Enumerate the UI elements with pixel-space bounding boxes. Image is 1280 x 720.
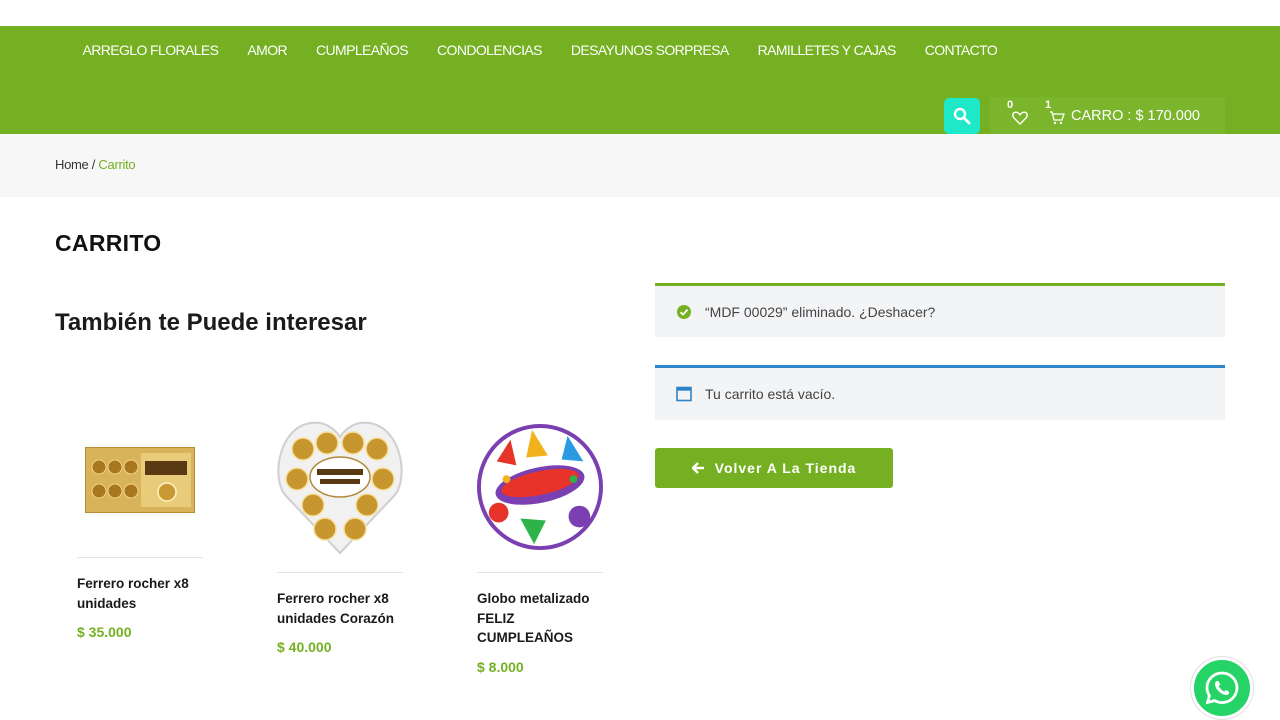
nav-item-contacto[interactable]: CONTACTO: [910, 40, 1011, 60]
shopping-cart-icon: [1050, 110, 1065, 124]
product-name[interactable]: Globo metalizado FELIZ CUMPLEAÑOS: [477, 589, 603, 648]
product-image[interactable]: [277, 412, 403, 562]
header-cart-bar: 0 1 CARRO : $ 170.000: [990, 97, 1225, 134]
product-divider: [277, 572, 403, 573]
product-price: $ 8.000: [477, 658, 524, 675]
product-card[interactable]: Globo metalizado FELIZ CUMPLEAÑOS $ 8.00…: [477, 412, 603, 675]
breadcrumb-current: Carrito: [98, 157, 136, 172]
product-name[interactable]: Ferrero rocher x8 unidades Corazón: [277, 589, 403, 628]
empty-cart-text: Tu carrito está vacío.: [705, 386, 836, 402]
site-header: ARREGLO FLORALES AMOR CUMPLEAÑOS CONDOLE…: [0, 26, 1280, 134]
cart-count: 1: [1045, 98, 1052, 111]
heart-icon: [1012, 110, 1028, 125]
cart-total-label[interactable]: CARRO : $ 170.000: [1071, 108, 1200, 124]
wishlist-count: 0: [1007, 98, 1014, 111]
breadcrumb-home[interactable]: Home: [55, 157, 89, 172]
search-icon: [953, 107, 971, 125]
breadcrumb-bar: Home / Carrito: [0, 134, 1280, 197]
page-title: CARRITO: [55, 230, 162, 256]
nav-item-ramilletes-y-cajas[interactable]: RAMILLETES Y CAJAS: [743, 40, 910, 60]
whatsapp-icon: [1205, 671, 1239, 705]
product-card[interactable]: Ferrero rocher x8 unidades Corazón $ 40.…: [277, 412, 403, 655]
product-price: $ 35.000: [77, 624, 132, 640]
nav-item-cumpleanos[interactable]: CUMPLEAÑOS: [302, 40, 423, 60]
balloon-image: [477, 424, 603, 550]
chocolate-box-image: [85, 446, 195, 513]
product-card[interactable]: Ferrero rocher x8 unidades $ 35.000: [77, 412, 203, 640]
window-icon: [676, 386, 692, 402]
related-products-title: También te Puede interesar: [55, 309, 367, 336]
product-price: $ 40.000: [277, 639, 332, 655]
nav-item-desayunos-sorpresa[interactable]: DESAYUNOS SORPRESA: [556, 40, 743, 60]
whatsapp-button[interactable]: [1191, 657, 1253, 719]
heart-chocolate-box-image: [277, 421, 403, 555]
success-notice: “MDF 00029” eliminado. ¿Deshacer?: [655, 283, 1225, 337]
nav-item-amor[interactable]: AMOR: [233, 40, 302, 60]
arrow-left-icon: [691, 462, 704, 474]
product-name[interactable]: Ferrero rocher x8 unidades: [77, 574, 203, 613]
success-notice-text[interactable]: “MDF 00029” eliminado. ¿Deshacer?: [705, 304, 935, 320]
check-circle-icon: [677, 304, 691, 319]
search-button[interactable]: [944, 98, 980, 134]
product-image[interactable]: [477, 412, 603, 562]
nav-item-arreglo-florales[interactable]: ARREGLO FLORALES: [68, 40, 233, 60]
cart-link[interactable]: 1: [1045, 99, 1065, 126]
empty-cart-notice: Tu carrito está vacío.: [655, 365, 1225, 420]
main-nav: ARREGLO FLORALES AMOR CUMPLEAÑOS CONDOLE…: [68, 40, 1012, 60]
top-strip: [0, 0, 1280, 26]
nav-item-condolencias[interactable]: CONDOLENCIAS: [423, 40, 557, 60]
wishlist-link[interactable]: 0: [1007, 99, 1029, 126]
breadcrumb: Home / Carrito: [55, 157, 136, 172]
product-divider: [77, 557, 203, 558]
product-image[interactable]: [77, 412, 203, 547]
product-divider: [477, 572, 603, 573]
return-to-shop-button[interactable]: Volver A La Tienda: [655, 448, 893, 488]
return-to-shop-label: Volver A La Tienda: [714, 460, 857, 476]
breadcrumb-separator: /: [88, 157, 99, 172]
